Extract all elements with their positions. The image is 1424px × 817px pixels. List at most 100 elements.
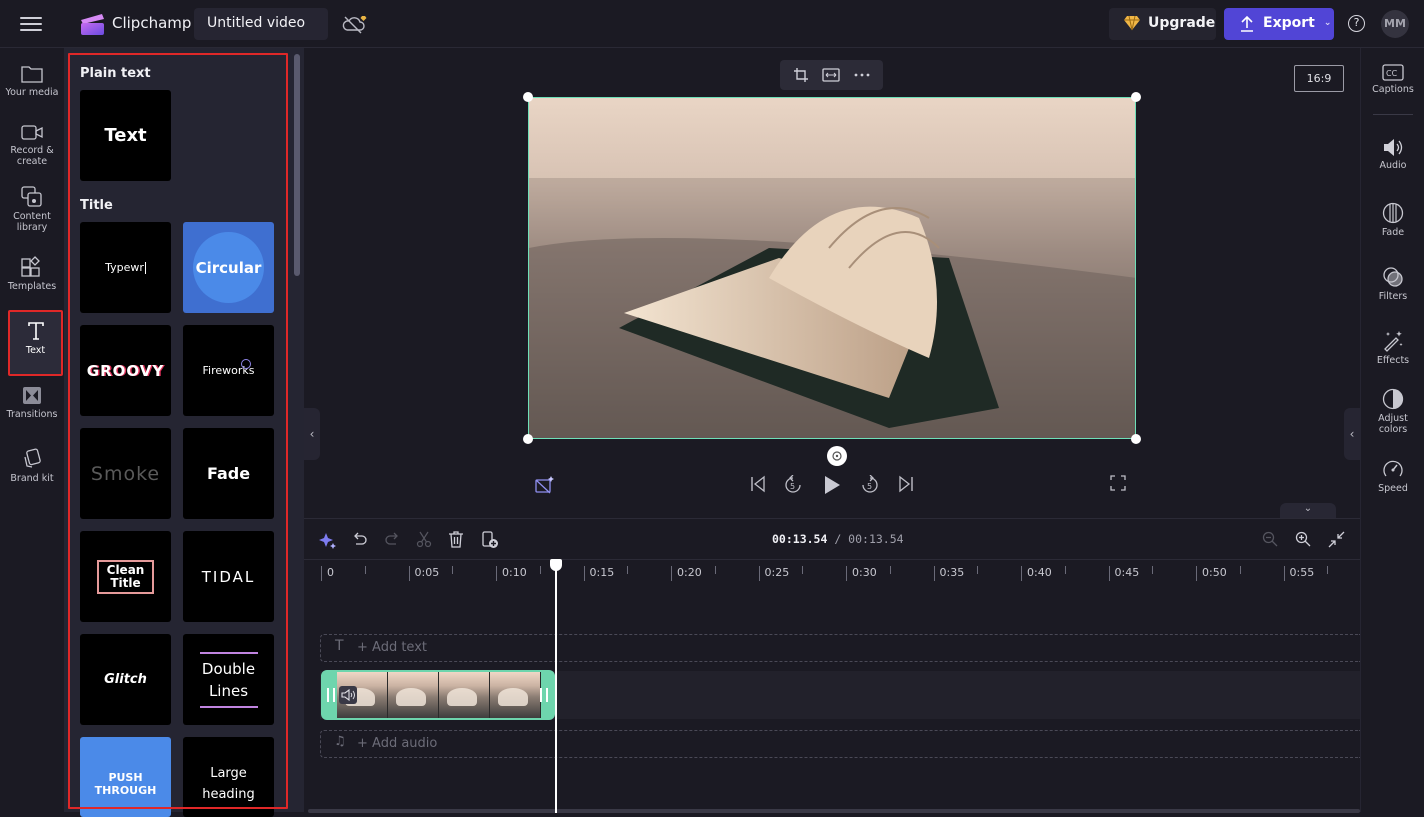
ruler-tick-label: 0:45 [1108, 566, 1139, 581]
clip-trim-handle-left[interactable] [327, 688, 335, 702]
text-template-plain[interactable]: Text [80, 90, 171, 181]
fit-timeline-icon[interactable] [1328, 531, 1345, 548]
clip-audio-button[interactable] [339, 686, 357, 704]
text-template-fireworks[interactable]: Fireworks [183, 325, 274, 416]
resize-handle-top-right[interactable] [1131, 92, 1141, 102]
text-template-groovy[interactable]: GROOVY [80, 325, 171, 416]
video-clip[interactable] [321, 670, 555, 720]
aspect-ratio-button[interactable]: 16:9 [1294, 65, 1344, 92]
panel-scrollbar[interactable] [294, 54, 300, 276]
time-readout: 00:13.54 / 00:13.54 [772, 532, 904, 546]
ruler-tick-label: 0:20 [671, 566, 702, 581]
text-template-fade[interactable]: Fade [183, 428, 274, 519]
collapse-properties-button[interactable]: ‹ [1344, 408, 1360, 460]
sidebar-item-captions[interactable]: CC Captions [1361, 64, 1424, 95]
sidebar-item-audio[interactable]: Audio [1361, 138, 1424, 171]
menu-icon[interactable] [20, 14, 42, 34]
help-icon[interactable]: ? [1348, 15, 1365, 32]
ruler-tick-label: 0:40 [1021, 566, 1052, 581]
collapse-timeline-button[interactable]: ⌄ [1280, 503, 1336, 518]
sidebar-item-brand-kit[interactable]: Brand kit [0, 448, 64, 484]
sidebar-item-your-media[interactable]: Your media [0, 64, 64, 98]
redo-icon[interactable] [384, 531, 400, 547]
add-text-track[interactable]: T + Add text [320, 634, 1360, 662]
cloud-sync-off-icon[interactable] [342, 14, 368, 34]
folder-icon [21, 66, 43, 83]
zoom-in-icon[interactable] [1295, 531, 1311, 547]
ruler-minor-tick [1239, 566, 1241, 574]
text-template-typewriter[interactable]: Typewr [80, 222, 171, 313]
ai-sparkle-icon[interactable] [319, 531, 337, 549]
export-button[interactable]: Export ⌄ [1224, 8, 1334, 40]
ruler-minor-tick [1327, 566, 1329, 574]
split-scissors-icon[interactable] [416, 531, 432, 548]
ruler-tick-label: 0:10 [496, 566, 527, 581]
crop-icon[interactable] [793, 67, 809, 83]
playhead-handle[interactable] [550, 559, 562, 571]
time-ruler[interactable]: 0 0:05 0:10 0:15 0:20 0:25 0:30 0:35 0:40 0:45 0:5… [304, 559, 1360, 583]
project-title-input[interactable]: Untitled video [194, 8, 328, 40]
text-template-double-lines[interactable]: Double Lines [183, 634, 274, 725]
fit-icon[interactable] [822, 68, 841, 82]
resize-handle-bottom-right[interactable] [1131, 434, 1141, 444]
add-audio-track[interactable]: ♫ + Add audio [320, 730, 1360, 758]
sidebar-item-speed[interactable]: Speed [1361, 458, 1424, 494]
video-canvas[interactable] [528, 97, 1136, 439]
text-template-push-through[interactable]: PUSH THROUGH [80, 737, 171, 817]
ruler-tick-label: 0 [321, 566, 334, 581]
upload-icon [1241, 15, 1253, 32]
sidebar-item-filters[interactable]: Filters [1361, 266, 1424, 302]
text-template-glitch[interactable]: Glitch [80, 634, 171, 725]
add-text-label: + Add text [357, 640, 427, 655]
canvas-toolbar [780, 60, 883, 90]
sidebar-item-effects[interactable]: Effects [1361, 330, 1424, 366]
text-template-smoke[interactable]: Smoke [80, 428, 171, 519]
sidebar-item-text[interactable]: Text [8, 310, 63, 376]
clipchamp-logo-icon [81, 14, 104, 35]
resize-handle-top-left[interactable] [523, 92, 533, 102]
text-template-circular[interactable]: Circular [183, 222, 274, 313]
text-template-clean-title[interactable]: Clean Title [80, 531, 171, 622]
forward-5-icon[interactable]: 5 [860, 475, 880, 495]
zoom-out-icon[interactable] [1262, 531, 1278, 547]
skip-to-end-icon[interactable] [897, 475, 915, 493]
text-template-tidal[interactable]: TIDAL [183, 531, 274, 622]
ruler-minor-tick [802, 566, 804, 574]
ruler-tick-label: 0:05 [408, 566, 439, 581]
sidebar-item-fade[interactable]: Fade [1361, 202, 1424, 238]
fullscreen-icon[interactable] [1110, 475, 1126, 491]
skip-to-start-icon[interactable] [749, 475, 767, 493]
ruler-minor-tick [1064, 566, 1066, 574]
resize-handle-bottom-left[interactable] [523, 434, 533, 444]
export-label: Export [1263, 15, 1315, 31]
sidebar-item-transitions[interactable]: Transitions [0, 386, 64, 420]
sidebar-item-adjust-colors[interactable]: Adjust colors [1361, 388, 1424, 435]
collapse-panel-button[interactable]: ‹ [304, 408, 320, 460]
properties-sidebar: CC Captions Audio Fade Filters Effects A… [1360, 48, 1424, 812]
rewind-5-icon[interactable]: 5 [783, 475, 803, 495]
sidebar-item-templates[interactable]: Templates [0, 256, 64, 292]
rotate-handle[interactable] [827, 446, 847, 466]
play-icon[interactable] [822, 475, 842, 495]
text-panel: Plain text Text Title Typewr Circular GR… [64, 48, 304, 817]
preview-area: 16:9 5 5 ⌄ [304, 48, 1360, 518]
timeline-scrollbar[interactable] [308, 809, 1360, 813]
upgrade-button[interactable]: Upgrade [1109, 8, 1216, 40]
sidebar-item-content-library[interactable]: Content library [0, 186, 64, 233]
avatar[interactable]: MM [1381, 10, 1409, 38]
delete-icon[interactable] [448, 531, 464, 548]
sidebar-item-record-create[interactable]: Record & create [0, 124, 64, 167]
undo-icon[interactable] [352, 531, 368, 547]
clip-trim-handle-right[interactable] [540, 688, 548, 702]
divider [1373, 114, 1413, 115]
more-icon[interactable] [854, 73, 870, 77]
ai-magic-icon[interactable] [534, 475, 556, 495]
text-template-large-heading[interactable]: Large heading [183, 737, 274, 817]
camera-icon [21, 125, 43, 140]
add-media-icon[interactable] [481, 531, 499, 549]
chevron-left-icon: ‹ [1349, 427, 1355, 441]
ruler-minor-tick [889, 566, 891, 574]
music-note-icon: ♫ [334, 734, 346, 749]
text-icon: T [335, 638, 344, 654]
adjust-colors-icon [1382, 388, 1404, 410]
